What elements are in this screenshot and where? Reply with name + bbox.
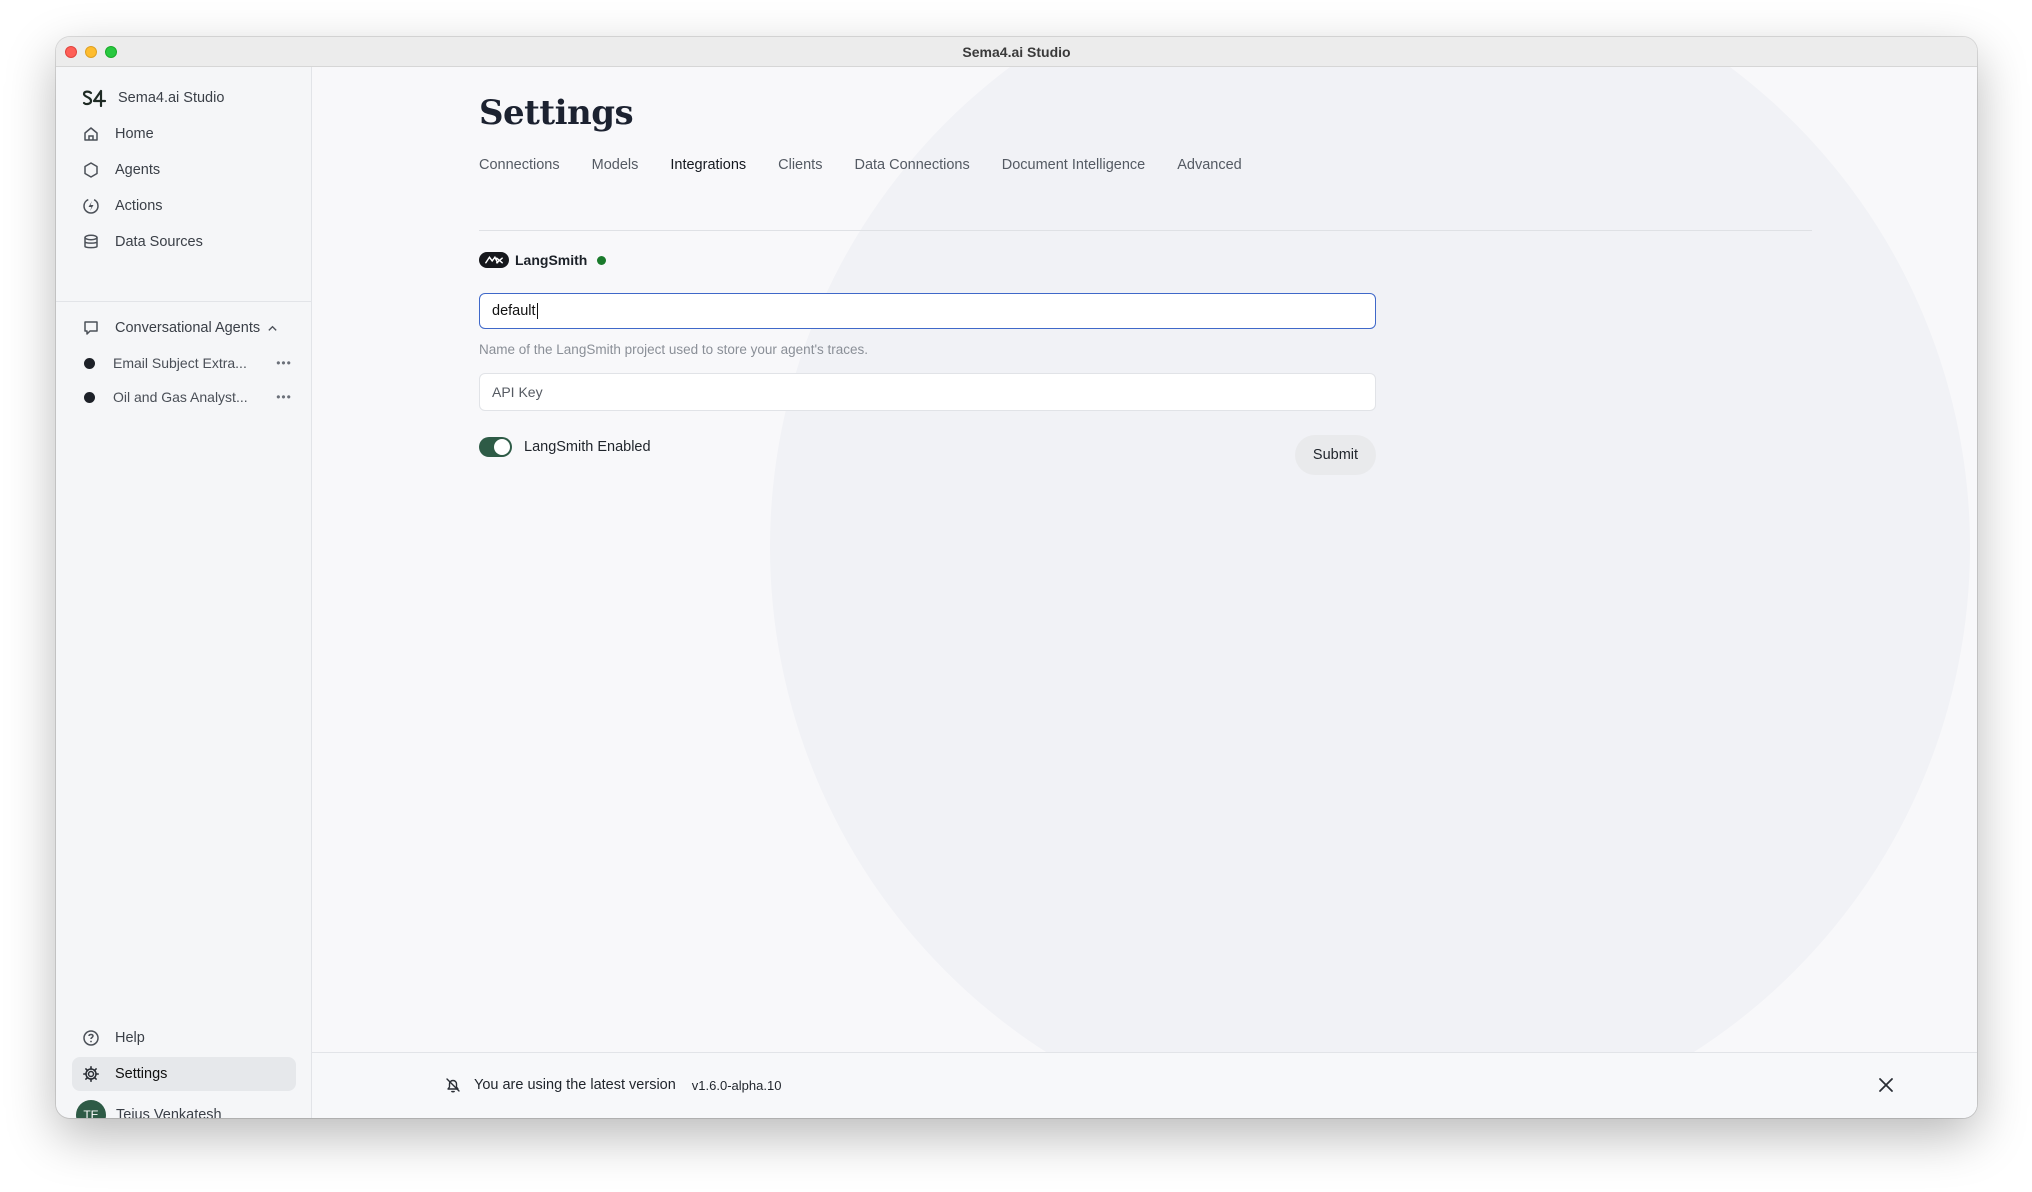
more-options-icon[interactable]: ••• xyxy=(272,356,296,370)
update-text: You are using the latest version xyxy=(474,1077,676,1093)
project-name-helper: Name of the LangSmith project used to st… xyxy=(479,342,869,357)
status-indicator xyxy=(597,255,607,265)
chevron-up-icon xyxy=(268,325,277,331)
title-bar: Sema4.ai Studio xyxy=(56,37,1977,67)
sidebar-item-label: Help xyxy=(115,1030,145,1046)
settings-tabs: Connections Models Integrations Clients … xyxy=(479,157,1242,173)
maximize-window-button[interactable] xyxy=(105,46,117,58)
list-item[interactable]: Oil and Gas Analyst... ••• xyxy=(84,382,296,412)
integration-header: LangSmith xyxy=(479,252,607,268)
conversational-agents-header[interactable]: Conversational Agents xyxy=(72,311,296,345)
langsmith-enabled-toggle[interactable] xyxy=(479,437,512,457)
bolt-icon xyxy=(83,198,99,214)
tab-integrations[interactable]: Integrations xyxy=(670,157,746,173)
background-decoration xyxy=(770,67,1970,1118)
langsmith-toggle-row: LangSmith Enabled xyxy=(479,437,651,457)
page-title: Settings xyxy=(479,93,634,133)
sidebar-item-label: Settings xyxy=(115,1066,168,1082)
sidebar-item-label: Agents xyxy=(115,162,161,178)
user-name: Tejus Venkatesh xyxy=(116,1107,222,1118)
avatar: TE xyxy=(76,1100,106,1118)
sidebar-item-help[interactable]: Help xyxy=(72,1021,296,1055)
api-key-input[interactable]: API Key xyxy=(479,373,1376,411)
tab-document-intelligence[interactable]: Document Intelligence xyxy=(1002,157,1145,173)
version-label: v1.6.0-alpha.10 xyxy=(691,1077,782,1093)
tab-data-connections[interactable]: Data Connections xyxy=(854,157,969,173)
sidebar-item-label: Actions xyxy=(115,198,163,214)
agent-status-dot xyxy=(84,391,95,403)
toggle-label: LangSmith Enabled xyxy=(524,439,651,455)
sidebar-divider xyxy=(56,301,311,302)
more-options-icon[interactable]: ••• xyxy=(272,390,296,404)
agent-name: Email Subject Extra... xyxy=(113,355,247,371)
sidebar-item-label: Data Sources xyxy=(115,234,203,250)
database-icon xyxy=(84,234,98,249)
sidebar-item-data-sources[interactable]: Data Sources xyxy=(72,225,296,259)
user-profile[interactable]: TE Tejus Venkatesh xyxy=(72,1098,296,1118)
main-content: Settings Connections Models Integrations… xyxy=(312,67,1977,1118)
project-name-value: default xyxy=(492,303,536,319)
conversational-agents-label: Conversational Agents xyxy=(115,320,261,336)
sidebar-item-label: Home xyxy=(115,126,154,142)
sidebar-brand[interactable]: Sema4.ai Studio xyxy=(72,81,296,115)
help-icon xyxy=(83,1030,99,1046)
agent-status-dot xyxy=(84,357,95,369)
update-message: You are using the latest version v1.6.0-… xyxy=(444,1076,781,1094)
text-caret xyxy=(536,303,538,319)
update-banner: You are using the latest version v1.6.0-… xyxy=(312,1052,1977,1118)
langsmith-logo-icon xyxy=(479,252,509,268)
api-key-placeholder: API Key xyxy=(492,384,543,400)
list-item[interactable]: Email Subject Extra... ••• xyxy=(84,348,296,378)
home-icon xyxy=(84,127,98,141)
minimize-window-button[interactable] xyxy=(85,46,97,58)
sidebar-item-agents[interactable]: Agents xyxy=(72,153,296,187)
app-window: Sema4.ai Studio Sema4.ai Studio Home Age… xyxy=(56,37,1977,1118)
sidebar-item-home[interactable]: Home xyxy=(72,117,296,151)
sidebar-item-actions[interactable]: Actions xyxy=(72,189,296,223)
chat-bubble-icon xyxy=(84,321,98,335)
sidebar: Sema4.ai Studio Home Agents Actions Data… xyxy=(56,67,312,1118)
sidebar-item-settings[interactable]: Settings xyxy=(72,1057,296,1091)
window-controls xyxy=(65,46,117,58)
submit-button[interactable]: Submit xyxy=(1295,435,1376,475)
project-name-input[interactable]: default xyxy=(479,293,1376,329)
close-window-button[interactable] xyxy=(65,46,77,58)
bell-off-icon xyxy=(446,1078,460,1093)
window-title: Sema4.ai Studio xyxy=(962,43,1071,60)
integration-name: LangSmith xyxy=(515,252,588,268)
close-icon[interactable] xyxy=(1876,1075,1896,1095)
toggle-knob xyxy=(494,439,510,455)
tab-advanced[interactable]: Advanced xyxy=(1177,157,1242,173)
tab-clients[interactable]: Clients xyxy=(778,157,822,173)
tab-models[interactable]: Models xyxy=(592,157,639,173)
hexagon-icon xyxy=(84,162,98,178)
tab-connections[interactable]: Connections xyxy=(479,157,560,173)
tabs-divider xyxy=(479,230,1812,231)
gear-icon xyxy=(83,1066,99,1082)
brand-name: Sema4.ai Studio xyxy=(118,90,225,106)
sema4-logo-icon xyxy=(82,89,107,107)
agent-name: Oil and Gas Analyst... xyxy=(113,389,248,405)
